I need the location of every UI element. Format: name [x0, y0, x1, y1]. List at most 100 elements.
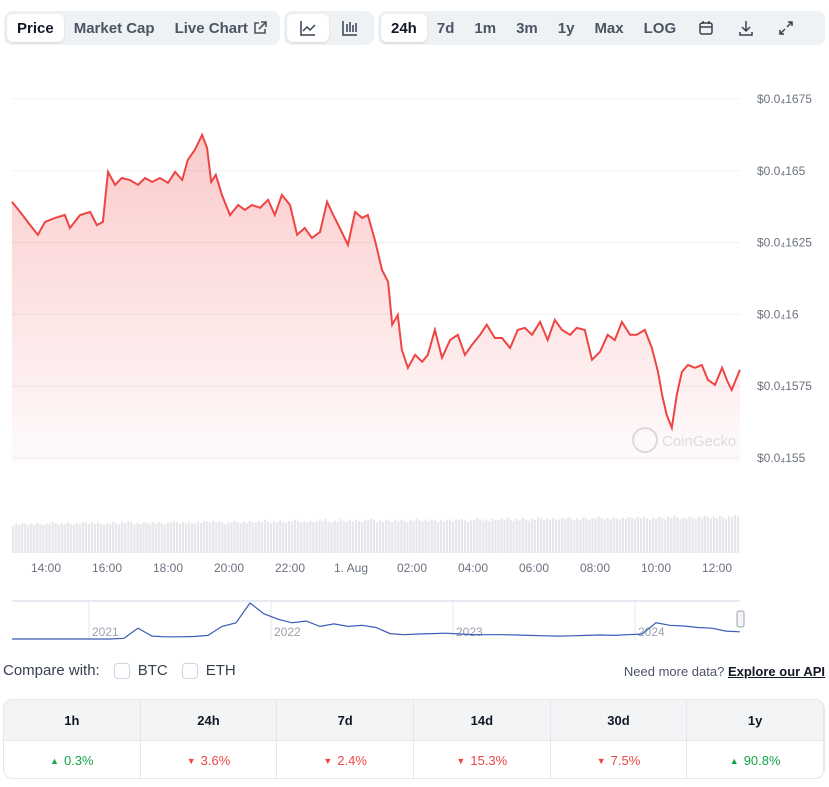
volume-bar	[391, 521, 394, 553]
volume-bar	[415, 518, 418, 553]
range-24h[interactable]: 24h	[381, 14, 427, 42]
price-chart[interactable]: $0.0₄1675 $0.0₄165 $0.0₄1625 $0.0₄16 $0.0₄15…	[0, 60, 829, 645]
volume-bar	[636, 516, 640, 553]
volume-bar	[430, 519, 433, 553]
volume-bar	[697, 516, 700, 553]
volume-bar	[24, 523, 27, 553]
volume-bar	[649, 519, 652, 553]
volume-bar	[551, 518, 555, 553]
volume-bar	[676, 517, 679, 553]
x-tick-label: 18:00	[153, 561, 183, 575]
fullscreen-button[interactable]	[766, 14, 806, 42]
volume-bar	[36, 522, 39, 553]
change-cell: ▼ 7.5%	[550, 740, 688, 778]
compare-eth-checkbox[interactable]	[181, 662, 198, 679]
change-cell: ▼ 15.3%	[414, 740, 551, 778]
volume-bar	[467, 521, 470, 553]
volume-bar	[45, 523, 48, 553]
volume-bar	[460, 519, 464, 553]
range-3m[interactable]: 3m	[506, 14, 548, 42]
volume-bar	[606, 517, 609, 553]
date-picker-button[interactable]	[686, 14, 726, 42]
volume-bar	[294, 519, 297, 553]
volume-bar	[612, 517, 615, 553]
volume-bar	[473, 520, 476, 553]
volume-bar	[169, 522, 172, 553]
volume-bar	[700, 518, 703, 553]
volume-bar	[118, 524, 121, 553]
volume-bar	[172, 520, 175, 553]
period-header: 30d	[550, 700, 688, 740]
tab-market-cap[interactable]: Market Cap	[64, 14, 165, 42]
tab-live-chart[interactable]: Live Chart	[165, 14, 277, 42]
volume-bar	[133, 524, 136, 553]
change-cell: ▼ 3.6%	[140, 740, 278, 778]
compare-btc-label: BTC	[137, 662, 168, 679]
volume-bar	[615, 518, 618, 553]
volume-bar	[112, 521, 115, 553]
volume-bar	[99, 523, 103, 553]
candlestick-chart-icon	[342, 21, 357, 36]
volume-bar	[39, 524, 42, 553]
download-icon	[739, 21, 753, 36]
volume-bar	[136, 522, 139, 553]
y-tick-label: $0.0₄1625	[757, 236, 812, 250]
volume-bar	[148, 523, 151, 553]
x-tick-label: 04:00	[458, 561, 488, 575]
api-prompt: Need more data?	[623, 664, 725, 679]
volume-bar	[103, 525, 106, 553]
caret-up-icon: ▲	[50, 755, 59, 766]
volume-bar	[142, 522, 145, 553]
line-chart-icon	[300, 21, 316, 36]
volume-bar	[248, 521, 251, 553]
explore-api-link[interactable]: Explore our API	[728, 664, 825, 679]
volume-bar	[345, 521, 348, 553]
volume-bar	[564, 519, 567, 553]
range-1y[interactable]: 1y	[548, 14, 585, 42]
line-chart-button[interactable]	[287, 14, 329, 42]
range-1m[interactable]: 1m	[464, 14, 506, 42]
volume-bar	[621, 517, 624, 553]
volume-bar	[439, 520, 442, 553]
navigator-handle[interactable]	[736, 610, 745, 628]
log-scale-toggle[interactable]: LOG	[634, 14, 687, 42]
volume-bar	[242, 521, 245, 553]
volume-bar	[30, 523, 33, 553]
download-button[interactable]	[726, 14, 766, 42]
volume-bar	[482, 520, 485, 553]
y-tick-label: $0.0₄155	[757, 451, 806, 465]
volume-bar	[706, 516, 709, 553]
compare-row: Compare with: BTC ETH	[3, 662, 236, 679]
volume-bar	[15, 523, 18, 553]
performance-table: 1h 24h 7d 14d 30d 1y ▲ 0.3% ▼ 3.6% ▼ 2.4% ▼ 15.3% ▼ 7.5…	[3, 699, 825, 779]
calendar-icon	[699, 21, 713, 35]
volume-bar	[87, 523, 91, 553]
volume-bar	[515, 519, 518, 553]
volume-bar	[263, 519, 266, 553]
volume-bar	[642, 516, 646, 553]
volume-bar	[260, 521, 263, 553]
volume-bar	[33, 524, 36, 553]
period-header: 14d	[414, 700, 551, 740]
volume-bar	[376, 522, 379, 553]
candlestick-chart-button[interactable]	[329, 14, 371, 42]
range-max[interactable]: Max	[584, 14, 633, 42]
range-7d[interactable]: 7d	[427, 14, 465, 42]
volume-bar	[427, 521, 430, 553]
volume-bar	[291, 521, 294, 553]
volume-bar	[667, 516, 670, 553]
volume-bar	[130, 522, 133, 553]
external-link-icon	[254, 21, 267, 34]
caret-down-icon: ▼	[186, 755, 196, 766]
volume-bar	[163, 524, 166, 553]
volume-bar	[645, 518, 649, 553]
volume-bar	[718, 516, 721, 553]
volume-bar	[324, 518, 327, 553]
volume-bar	[388, 520, 391, 553]
volume-bar	[303, 521, 306, 553]
tab-price[interactable]: Price	[7, 14, 64, 42]
volume-bar	[479, 519, 482, 553]
volume-bar	[84, 522, 88, 553]
compare-btc-checkbox[interactable]	[113, 662, 130, 679]
volume-bar	[576, 518, 579, 553]
